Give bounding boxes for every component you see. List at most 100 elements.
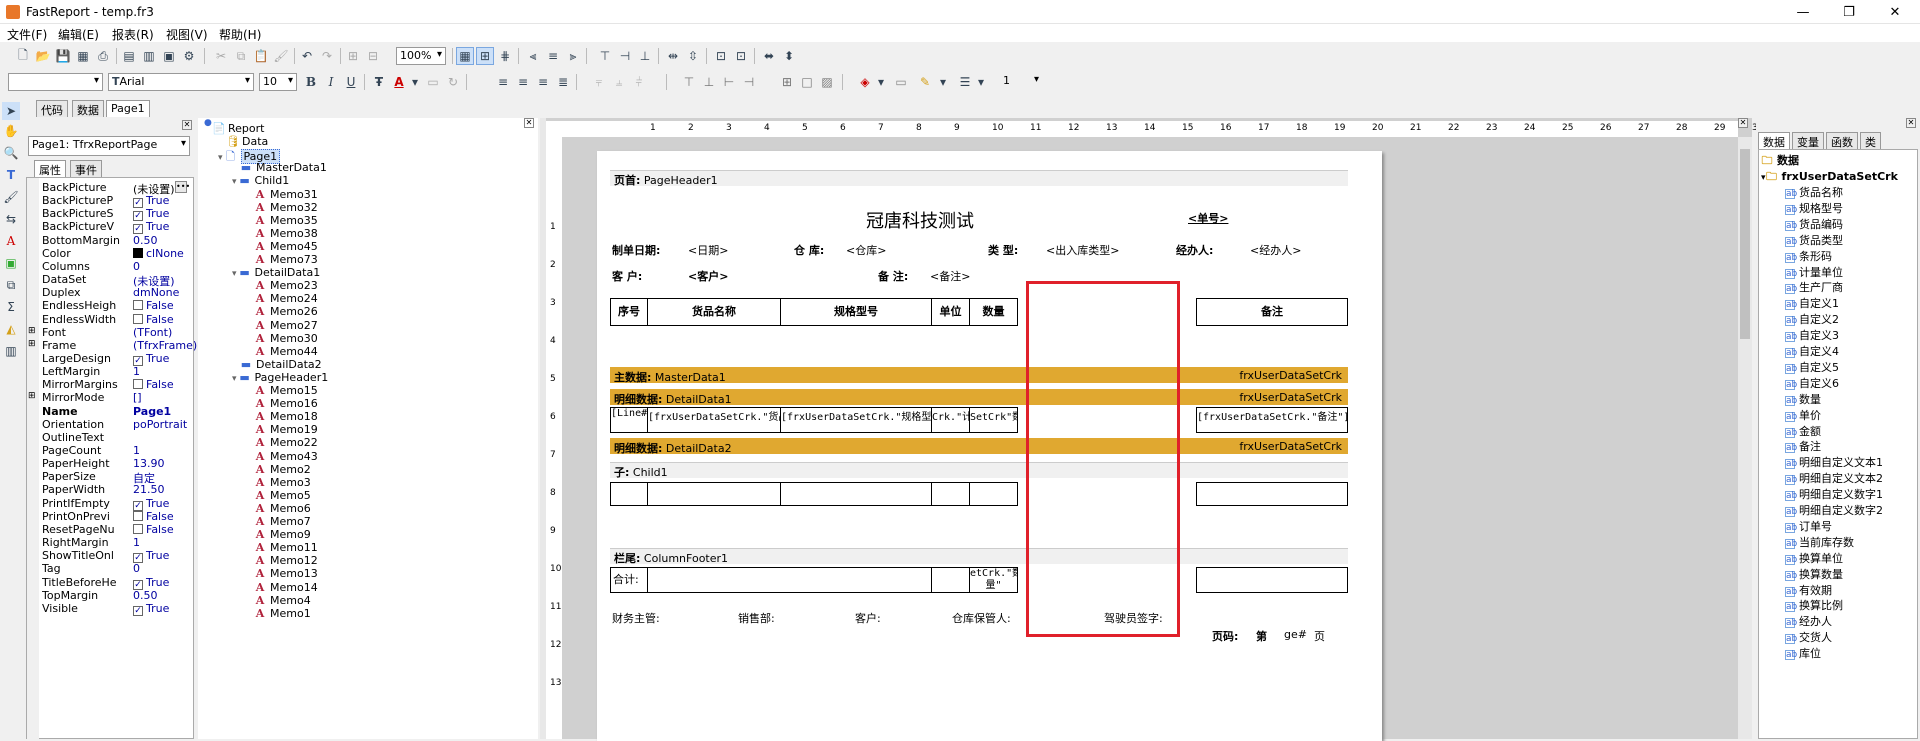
- canvas-close-icon[interactable]: ✕: [1738, 118, 1748, 128]
- show-grid-icon[interactable]: ▦: [456, 47, 474, 65]
- new-page-icon[interactable]: ▤: [120, 47, 138, 65]
- tree-expand-icon[interactable]: ▾: [232, 269, 237, 279]
- data-field[interactable]: ab 货品名称: [1785, 184, 1843, 200]
- sign-sales[interactable]: 销售部:: [738, 610, 775, 626]
- align-center-icon[interactable]: ≡: [544, 47, 562, 65]
- report-title[interactable]: 冠唐科技测试: [866, 207, 974, 233]
- font-name-select[interactable]: TArial: [108, 73, 254, 91]
- data-field[interactable]: ab 自定义6: [1785, 375, 1839, 391]
- data-field[interactable]: ab 明细自定义文本2: [1785, 470, 1883, 486]
- data-field[interactable]: ab 数量: [1785, 391, 1821, 407]
- header-no[interactable]: 序号: [610, 298, 648, 326]
- tab-code[interactable]: 代码: [36, 100, 68, 117]
- data-field[interactable]: ab 计量单位: [1785, 264, 1843, 280]
- property-value[interactable]: 0.50: [133, 234, 158, 247]
- space-horiz-icon[interactable]: ⇹: [664, 47, 682, 65]
- remark-label[interactable]: 备 注:: [878, 268, 908, 284]
- fit-grid-icon[interactable]: ⋕: [496, 47, 514, 65]
- data-panel-close-icon[interactable]: ✕: [1906, 118, 1916, 128]
- total-blank-cell[interactable]: [647, 567, 932, 593]
- align-top-icon[interactable]: ⊤: [596, 47, 614, 65]
- date-field[interactable]: <日期>: [688, 242, 728, 258]
- text-top-icon[interactable]: ⫧: [590, 73, 608, 91]
- data-field[interactable]: ab 经办人: [1785, 613, 1832, 629]
- child-cell[interactable]: [969, 482, 1018, 506]
- property-row[interactable]: Visible ✓ True: [27, 601, 193, 617]
- child-cell[interactable]: [931, 482, 970, 506]
- band-page-header[interactable]: 页首: PageHeader1: [610, 170, 1348, 187]
- data-field[interactable]: ab 明细自定义数字1: [1785, 486, 1883, 502]
- page-di[interactable]: 第: [1256, 628, 1267, 644]
- line-width-select[interactable]: 1: [1000, 73, 1042, 91]
- tree-node[interactable]: A Memo1: [246, 607, 311, 623]
- frame-all-icon[interactable]: ⊞: [778, 73, 796, 91]
- page-number[interactable]: ge#: [1284, 628, 1307, 641]
- data-field[interactable]: ab 明细自定义数字2: [1785, 502, 1883, 518]
- data-field[interactable]: ab 规格型号: [1785, 200, 1843, 216]
- undo-icon[interactable]: ↶: [298, 47, 316, 65]
- frame-bottom-icon[interactable]: ⊥: [700, 73, 718, 91]
- property-value[interactable]: 1: [133, 536, 140, 549]
- total-qty-cell[interactable]: etCrk."数量": [969, 567, 1018, 593]
- checkbox-icon[interactable]: [133, 313, 143, 324]
- property-value[interactable]: clNone: [133, 247, 184, 260]
- group-icon[interactable]: ⊞: [344, 47, 362, 65]
- preview-icon[interactable]: ▦: [74, 47, 92, 65]
- property-value[interactable]: 0.50: [133, 589, 158, 602]
- center-vert-icon[interactable]: ⊡: [732, 47, 750, 65]
- band-master-data[interactable]: 主数据: MasterData1 frxUserDataSetCrk: [610, 367, 1348, 384]
- property-value[interactable]: False: [133, 313, 174, 326]
- data-field[interactable]: ab 换算数量: [1785, 566, 1843, 582]
- text-tool-icon[interactable]: T: [2, 166, 20, 184]
- property-value[interactable]: False: [133, 510, 174, 523]
- warehouse-label[interactable]: 仓 库:: [794, 242, 824, 258]
- band-tool-icon[interactable]: ⇆: [2, 210, 20, 228]
- align-middle-icon[interactable]: ⊣: [616, 47, 634, 65]
- format-painter-icon[interactable]: 🖌: [272, 47, 290, 65]
- zoom-tool-icon[interactable]: 🔍: [2, 144, 20, 162]
- page-ye[interactable]: 页: [1314, 628, 1325, 644]
- text-bottom-icon[interactable]: ⫩: [630, 73, 648, 91]
- handler-field[interactable]: <经办人>: [1250, 242, 1301, 258]
- date-label[interactable]: 制单日期:: [612, 242, 660, 258]
- tree-expand-icon[interactable]: ▾: [232, 177, 237, 187]
- tab-page1[interactable]: Page1: [106, 100, 150, 117]
- property-value[interactable]: ✓ True: [133, 602, 169, 616]
- band-child[interactable]: 子: Child1: [610, 462, 1348, 479]
- total-remark-cell[interactable]: [1196, 567, 1348, 593]
- maximize-button[interactable]: ❐: [1826, 0, 1872, 24]
- text-left-icon[interactable]: ≡: [494, 73, 512, 91]
- data-root[interactable]: 🗀 数据: [1761, 152, 1800, 168]
- data-field[interactable]: ab 换算单位: [1785, 550, 1843, 566]
- data-field[interactable]: ab 货品类型: [1785, 232, 1843, 248]
- data-field[interactable]: ab 金额: [1785, 423, 1821, 439]
- frame-left-icon[interactable]: ⊢: [720, 73, 738, 91]
- order-no-field[interactable]: <单号>: [1188, 210, 1228, 226]
- text-middle-icon[interactable]: ⫨: [610, 73, 628, 91]
- underline-icon[interactable]: U: [342, 73, 360, 91]
- align-bottom-icon[interactable]: ⊥: [636, 47, 654, 65]
- sign-customer[interactable]: 客户:: [855, 610, 881, 626]
- band-detail-data1[interactable]: 明细数据: DetailData1 frxUserDataSetCrk: [610, 389, 1348, 406]
- tree-expand-icon[interactable]: ▾: [232, 374, 237, 384]
- center-horiz-icon[interactable]: ⊡: [712, 47, 730, 65]
- text-center-icon[interactable]: ≡: [514, 73, 532, 91]
- canvas-scroll-thumb[interactable]: [1740, 149, 1750, 339]
- menu-view[interactable]: 视图(V): [166, 26, 208, 43]
- menu-report[interactable]: 报表(R): [112, 26, 154, 43]
- print-icon[interactable]: ⎙: [94, 47, 112, 65]
- expand-icon[interactable]: ⊞: [28, 391, 36, 401]
- property-value[interactable]: 13.90: [133, 457, 165, 470]
- text-justify-icon[interactable]: ≣: [554, 73, 572, 91]
- page-settings-icon[interactable]: ⚙: [180, 47, 198, 65]
- checkbox-icon[interactable]: [133, 510, 143, 521]
- type-label[interactable]: 类 型:: [988, 242, 1018, 258]
- zoom-select[interactable]: 100%: [396, 47, 446, 65]
- property-value[interactable]: False: [133, 299, 174, 312]
- tree-close-icon[interactable]: ✕: [524, 118, 534, 128]
- child-cell[interactable]: [1196, 482, 1348, 506]
- property-value[interactable]: (TfrxFrame): [133, 339, 197, 352]
- frame-right-icon[interactable]: ⊣: [740, 73, 758, 91]
- handler-label[interactable]: 经办人:: [1176, 242, 1213, 258]
- property-value[interactable]: []: [133, 391, 142, 404]
